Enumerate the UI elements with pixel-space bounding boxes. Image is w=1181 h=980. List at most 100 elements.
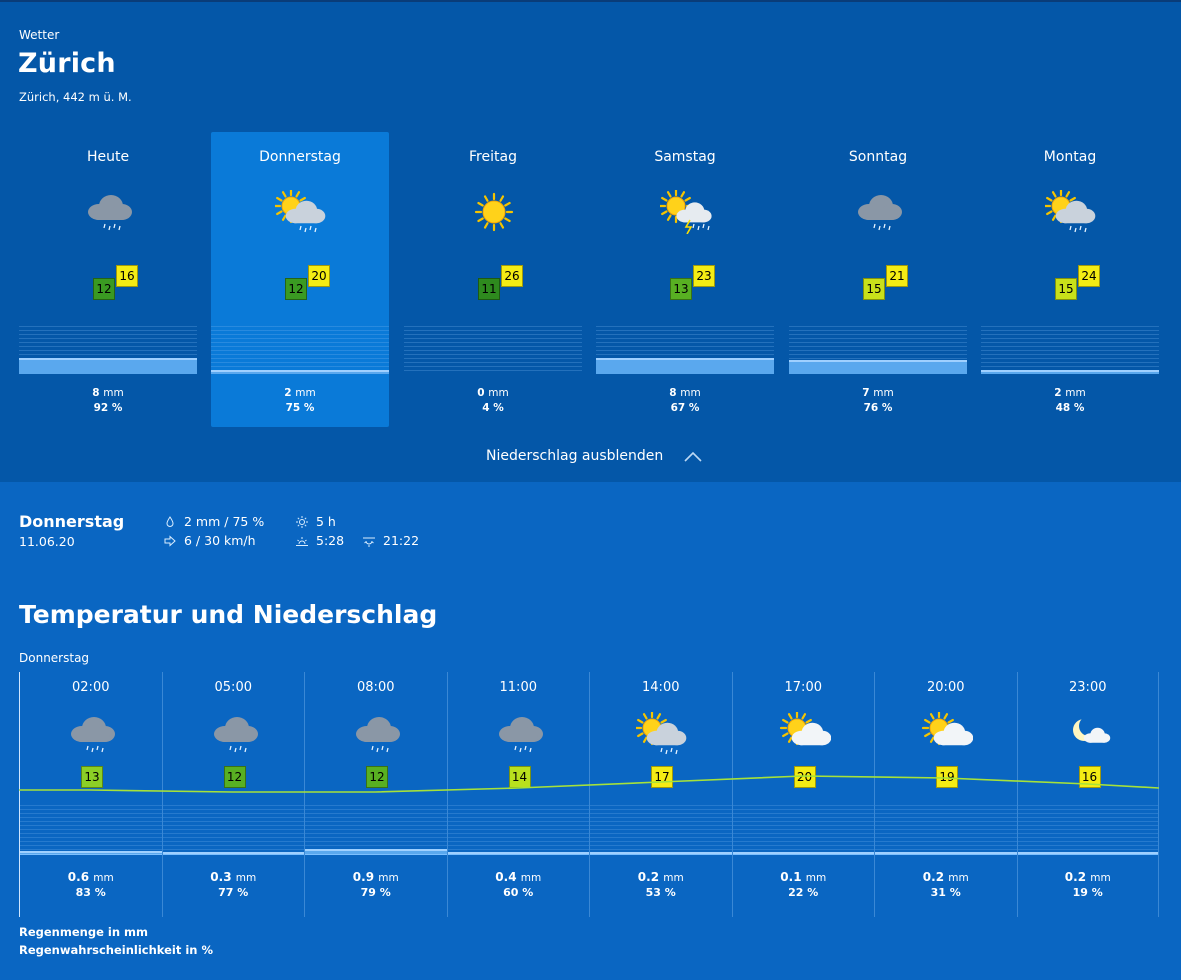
rain-cloud-icon bbox=[853, 190, 905, 234]
day-card-donnerstag[interactable]: Donnerstag 12 20 2 mm 75 % bbox=[211, 132, 389, 427]
precip-fill bbox=[211, 370, 389, 374]
precip-fill bbox=[596, 358, 774, 374]
day-name: Sonntag bbox=[848, 149, 908, 165]
summary-day: Donnerstag bbox=[19, 512, 125, 531]
hour-precip-value: 0.4 bbox=[495, 870, 517, 884]
wind-arrow-icon bbox=[164, 534, 176, 547]
rain-cloud-icon bbox=[494, 712, 546, 756]
day-card-sonntag[interactable]: Sonntag 15 21 7 mm 76 % bbox=[789, 132, 967, 427]
day-name: Samstag bbox=[654, 149, 716, 165]
precip-bar bbox=[596, 326, 774, 374]
hour-precip-bar bbox=[162, 805, 304, 855]
hour-precip-fill bbox=[447, 852, 589, 854]
hour-precip-amount: 0.1 mm bbox=[733, 870, 875, 884]
precip-unit: mm bbox=[873, 387, 894, 399]
hour-precip-amount: 0.4 mm bbox=[448, 870, 590, 884]
precip-probability: 48 % bbox=[1055, 402, 1085, 414]
rain-cloud-icon bbox=[209, 712, 261, 756]
precip-probability: 92 % bbox=[93, 402, 123, 414]
hour-precip-fill bbox=[305, 849, 447, 854]
min-temp-badge: 11 bbox=[478, 278, 500, 300]
day-card-heute[interactable]: Heute 12 16 8 mm 92 % bbox=[19, 132, 197, 427]
hour-precip-fill bbox=[162, 852, 304, 854]
precip-amount-value: 8 bbox=[669, 387, 677, 399]
sun-icon bbox=[468, 190, 520, 234]
hour-precip-bar bbox=[20, 805, 162, 855]
hour-precip-amount: 0.3 mm bbox=[163, 870, 305, 884]
hour-precip-amount: 0.2 mm bbox=[590, 870, 732, 884]
day-card-freitag[interactable]: Freitag 11 26 0 mm 4 % bbox=[404, 132, 582, 427]
summary-date: 11.06.20 bbox=[19, 534, 75, 549]
precip-amount: 8 mm bbox=[19, 387, 197, 399]
hour-time: 20:00 bbox=[927, 680, 965, 695]
hour-precip-probability: 83 % bbox=[75, 886, 106, 899]
precip-toggle-button[interactable]: Niederschlag ausblenden bbox=[486, 448, 663, 464]
section-subtitle: Donnerstag bbox=[19, 651, 90, 665]
precip-probability: 75 % bbox=[285, 402, 315, 414]
rain-cloud-icon bbox=[66, 712, 118, 756]
min-temp-badge: 15 bbox=[863, 278, 885, 300]
summary-precip-value: 2 mm / 75 % bbox=[184, 514, 265, 529]
page-title: Zürich bbox=[18, 48, 116, 79]
precip-amount: 2 mm bbox=[211, 387, 389, 399]
sun-cloud-rain-icon bbox=[273, 188, 327, 234]
sun-cloud-rain-icon bbox=[634, 710, 688, 756]
day-name: Heute bbox=[86, 149, 130, 165]
chevron-up-icon[interactable] bbox=[683, 450, 703, 462]
summary-sunrise: 5:28 bbox=[296, 533, 344, 548]
hour-precip-value: 0.2 bbox=[922, 870, 945, 884]
min-temp-badge: 13 bbox=[670, 278, 692, 300]
sunrise-icon bbox=[296, 536, 308, 546]
precip-amount-value: 2 bbox=[284, 387, 292, 399]
hour-precip-bar bbox=[590, 805, 732, 855]
day-name: Donnerstag bbox=[259, 149, 341, 165]
max-temp-badge: 26 bbox=[501, 265, 523, 287]
sun-cloud-rain-icon bbox=[1043, 188, 1097, 234]
hour-precip-unit: mm bbox=[948, 872, 969, 884]
precip-bar bbox=[789, 326, 967, 374]
hour-precip-probability: 77 % bbox=[218, 886, 249, 899]
precip-unit: mm bbox=[488, 387, 509, 399]
hour-temp-badge: 12 bbox=[223, 766, 246, 788]
day-card-samstag[interactable]: Samstag 13 23 8 mm 67 % bbox=[596, 132, 774, 427]
day-card-montag[interactable]: Montag 15 24 2 mm 48 % bbox=[981, 132, 1159, 427]
hour-precip-fill bbox=[875, 852, 1017, 854]
hour-temp-badge: 14 bbox=[508, 766, 531, 788]
hour-precip-value: 0.6 bbox=[67, 870, 90, 884]
hour-column-1100: 11:00 14 0.4 mm 60 % bbox=[446, 672, 590, 917]
hour-precip-unit: mm bbox=[520, 872, 542, 884]
hour-precip-value: 0.1 bbox=[780, 870, 802, 884]
hour-precip-unit: mm bbox=[1090, 872, 1111, 884]
hour-precip-bar bbox=[732, 805, 874, 855]
precip-probability: 67 % bbox=[670, 402, 700, 414]
moon-cloud-icon bbox=[1064, 712, 1116, 756]
max-temp-badge: 16 bbox=[116, 265, 138, 287]
hour-column-1400: 14:00 17 0.2 mm 53 % bbox=[589, 672, 732, 917]
hour-precip-amount: 0.6 mm bbox=[20, 870, 162, 884]
precip-amount: 0 mm bbox=[404, 387, 582, 399]
hour-time: 14:00 bbox=[642, 680, 680, 695]
breadcrumb[interactable]: Wetter bbox=[19, 28, 59, 42]
hour-precip-fill bbox=[732, 852, 874, 854]
precip-bar bbox=[211, 326, 389, 374]
sunset-icon bbox=[363, 537, 375, 547]
precip-amount-value: 2 bbox=[1054, 387, 1062, 399]
hour-time: 08:00 bbox=[357, 680, 395, 695]
daily-forecast-panel: Wetter Zürich Zürich, 442 m ü. M. Heute … bbox=[0, 0, 1181, 482]
min-temp-badge: 12 bbox=[285, 278, 307, 300]
hour-precip-value: 0.3 bbox=[210, 870, 232, 884]
location-altitude: Zürich, 442 m ü. M. bbox=[19, 90, 132, 104]
hour-precip-unit: mm bbox=[378, 872, 399, 884]
hour-temp-badge: 16 bbox=[1078, 766, 1101, 788]
hour-column-1700: 17:00 20 0.1 mm 22 % bbox=[731, 672, 875, 917]
hour-precip-bar bbox=[447, 805, 589, 855]
hour-column-2000: 20:00 19 0.2 mm 31 % bbox=[874, 672, 1017, 917]
legend-amount: Regenmenge in mm bbox=[19, 925, 148, 939]
summary-sunrise-value: 5:28 bbox=[316, 533, 345, 548]
hour-precip-probability: 60 % bbox=[503, 886, 534, 899]
hour-precip-unit: mm bbox=[663, 872, 684, 884]
precip-amount-value: 0 bbox=[477, 387, 485, 399]
summary-wind: 6 / 30 km/h bbox=[164, 533, 256, 548]
summary-sunshine: 5 h bbox=[296, 514, 336, 529]
min-temp-badge: 12 bbox=[93, 278, 115, 300]
